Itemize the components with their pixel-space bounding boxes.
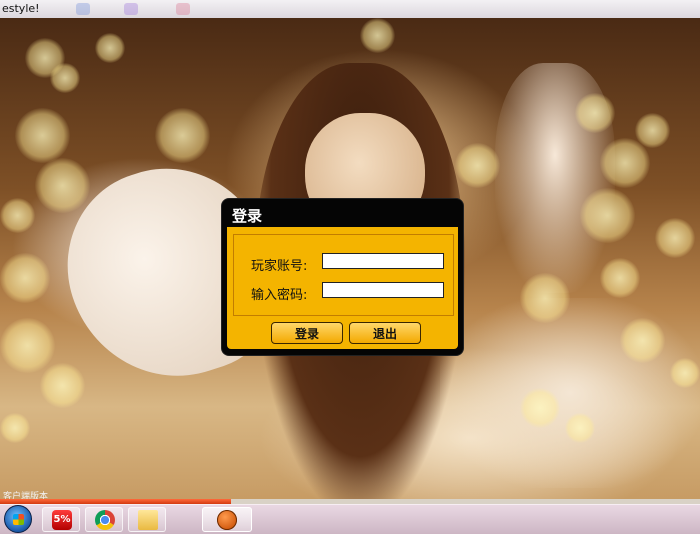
taskbar-app-game[interactable]: 5% bbox=[42, 507, 80, 532]
dialog-title: 登录 bbox=[232, 207, 263, 225]
bokeh-light bbox=[635, 113, 670, 148]
ghost-icon bbox=[124, 3, 138, 15]
bokeh-light bbox=[40, 363, 85, 408]
game-launcher-icon: 5% bbox=[52, 510, 72, 530]
bokeh-light bbox=[50, 63, 80, 93]
bokeh-light bbox=[670, 358, 700, 388]
window-title: estyle! bbox=[2, 2, 40, 15]
exit-button[interactable]: 退出 bbox=[349, 322, 421, 344]
dialog-body: 玩家账号: 输入密码: 登录 退出 bbox=[227, 227, 458, 349]
bokeh-light bbox=[0, 198, 35, 233]
bokeh-light bbox=[600, 258, 640, 298]
basketball-icon bbox=[217, 510, 237, 530]
bokeh-light bbox=[155, 108, 210, 163]
bokeh-light bbox=[655, 218, 695, 258]
window-titlebar: estyle! bbox=[0, 0, 700, 18]
password-label: 输入密码: bbox=[251, 288, 308, 303]
account-label: 玩家账号: bbox=[251, 259, 308, 274]
login-dialog: 登录 玩家账号: 输入密码: 登录 退出 bbox=[222, 199, 463, 355]
login-button[interactable]: 登录 bbox=[271, 322, 343, 344]
bokeh-light bbox=[620, 318, 665, 363]
bokeh-light bbox=[35, 158, 90, 213]
password-input[interactable] bbox=[322, 282, 444, 298]
bokeh-light bbox=[360, 18, 395, 53]
bokeh-light bbox=[95, 33, 125, 63]
account-input[interactable] bbox=[322, 253, 444, 269]
windows-start-button[interactable] bbox=[4, 505, 32, 533]
bokeh-light bbox=[0, 413, 30, 443]
taskbar-app-game-client[interactable] bbox=[202, 507, 252, 532]
windows-start-icon bbox=[13, 514, 24, 525]
taskbar: 5% bbox=[0, 504, 700, 534]
chrome-icon bbox=[95, 510, 115, 530]
bokeh-light bbox=[15, 108, 70, 163]
taskbar-app-chrome[interactable] bbox=[85, 507, 123, 532]
bokeh-light bbox=[575, 93, 615, 133]
bokeh-light bbox=[0, 318, 55, 373]
bokeh-light bbox=[520, 273, 570, 323]
bokeh-light bbox=[520, 388, 560, 428]
folder-icon bbox=[138, 510, 158, 530]
photo-sheet bbox=[440, 298, 700, 488]
bokeh-light bbox=[0, 253, 50, 303]
ghost-icon bbox=[176, 3, 190, 15]
ghost-icon bbox=[76, 3, 90, 15]
bokeh-light bbox=[580, 188, 635, 243]
bokeh-light bbox=[565, 413, 595, 443]
bokeh-light bbox=[455, 143, 500, 188]
taskbar-app-explorer[interactable] bbox=[128, 507, 166, 532]
credentials-panel: 玩家账号: 输入密码: bbox=[233, 234, 454, 316]
